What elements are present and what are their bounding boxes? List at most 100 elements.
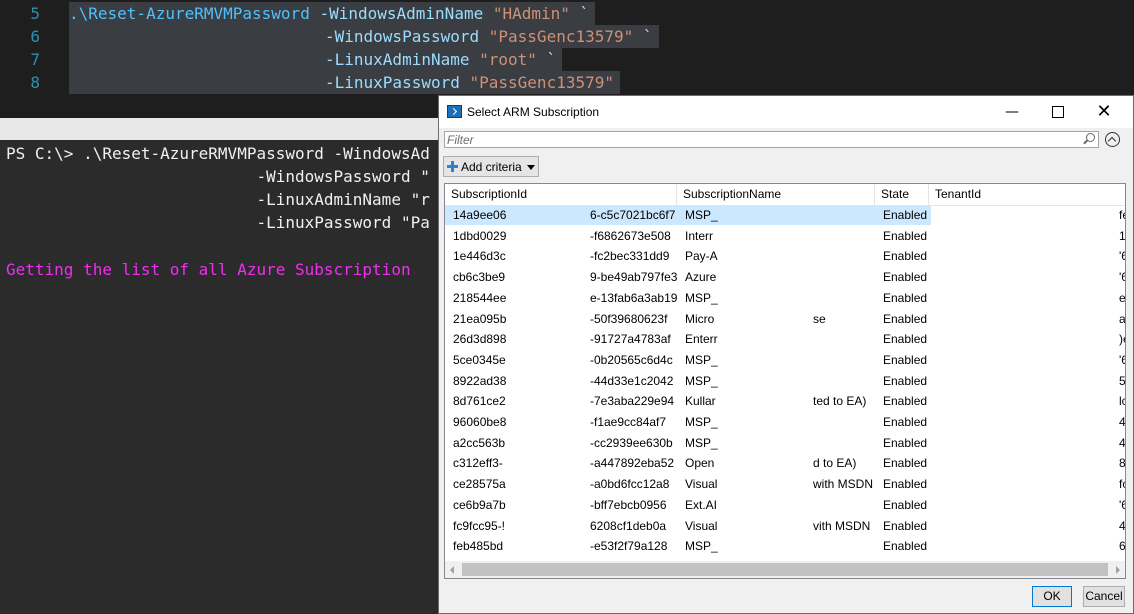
table-row[interactable]: 218544ee e-13fab6a3ab19 MSP_ Enabled e: [445, 288, 1125, 309]
column-header-state[interactable]: State: [875, 184, 929, 205]
dialog-titlebar[interactable]: Select ARM Subscription — ✕: [439, 96, 1133, 128]
cancel-button[interactable]: Cancel: [1083, 586, 1125, 607]
cell-name-b: [813, 433, 875, 454]
table-row[interactable]: fc9fcc95-! 6208cf1deb0a Visual vith MSDN Ena…: [445, 516, 1125, 537]
plus-icon: [447, 161, 458, 172]
filter-box: [444, 131, 1099, 148]
cell-name-b: d to EA): [813, 456, 857, 471]
cell-state: Enabled: [883, 270, 928, 285]
line-number: 6: [30, 27, 40, 46]
cell-id-a: 8922ad38: [453, 373, 507, 388]
column-header-subscriptionname[interactable]: SubscriptionName: [677, 184, 875, 205]
cell-tenant: '6: [1119, 497, 1125, 512]
code-text[interactable]: .\Reset-AzureRMVMPassword -WindowsAdminN…: [69, 2, 596, 25]
table-row[interactable]: 1dbd0029 -f6862673e508 Interr Enabled 1: [445, 226, 1125, 247]
table-row[interactable]: c312eff3- -a447892eba52 Open d to EA) Enable…: [445, 453, 1125, 474]
code-token-param: -LinuxAdminName: [325, 50, 480, 69]
collapse-chevron-up-icon[interactable]: [1105, 132, 1120, 147]
cell-name-b: [813, 536, 875, 557]
column-header-tenantid[interactable]: TenantId: [929, 184, 1125, 205]
cell-tenant: 6: [1119, 539, 1126, 554]
cell-id-b: -f1ae9cc84af7: [590, 415, 667, 429]
scroll-left-arrow-icon[interactable]: [450, 566, 454, 574]
cell-name-a: Ext.AI: [685, 497, 718, 512]
cell-name-b: with MSDN: [813, 477, 874, 492]
code-text[interactable]: -LinuxPassword "PassGenc13579": [69, 71, 620, 94]
table-row[interactable]: 5ce0345e -0b20565c6d4c MSP_ Enabled '6: [445, 350, 1125, 371]
table-row[interactable]: 1e446d3c -fc2bec331dd9 Pay-A Enabled '6: [445, 246, 1125, 267]
cell-id-b: -0b20565c6d4c: [590, 352, 673, 367]
cell-name-a: MSP_: [685, 373, 718, 388]
console-line: PS C:\> .\Reset-AzureRMVMPassword -Windo…: [6, 144, 430, 163]
console-line: -WindowsPassword ": [6, 167, 430, 186]
cell-tenant: 4: [1119, 415, 1126, 429]
maximize-button[interactable]: [1035, 96, 1081, 128]
table-row[interactable]: 26d3d898 -91727a4783af Enterr Enabled)e: [445, 329, 1125, 350]
console-line: -LinuxAdminName "r: [6, 190, 430, 209]
minimize-button[interactable]: —: [989, 96, 1035, 128]
cell-state: Enabled: [883, 208, 928, 222]
code-token-tail: `: [569, 4, 590, 23]
close-button[interactable]: ✕: [1081, 96, 1127, 128]
code-text[interactable]: -WindowsPassword "PassGenc13579" `: [69, 25, 659, 48]
cell-state: Enabled: [883, 249, 928, 264]
dialog-title: Select ARM Subscription: [467, 105, 600, 119]
code-token-value: "PassGenc13579": [469, 73, 615, 92]
add-criteria-button[interactable]: Add criteria: [443, 156, 539, 177]
cell-id-a: 1dbd0029: [453, 228, 507, 243]
cell-state: Enabled: [883, 497, 928, 512]
horizontal-scrollbar[interactable]: [445, 561, 1125, 578]
table-row[interactable]: feb485bd -e53f2f79a128 MSP_ Enabled 6: [445, 536, 1126, 557]
code-text[interactable]: -LinuxAdminName "root" `: [69, 48, 563, 71]
cell-id-a: 96060be8: [453, 415, 507, 429]
cell-state: Enabled: [883, 373, 928, 388]
filter-input[interactable]: [447, 132, 1067, 147]
column-header-subscriptionid[interactable]: SubscriptionId: [445, 184, 677, 205]
table-row[interactable]: 96060be8 -f1ae9cc84af7 MSP_ Enabled 4: [445, 412, 1126, 433]
table-row[interactable]: a2cc563b -cc2939ee630b MSP_ Enabled 4: [445, 433, 1125, 454]
search-icon[interactable]: [1086, 133, 1095, 142]
console-status-message: Getting the list of all Azure Subscripti…: [6, 260, 411, 279]
grid-header: SubscriptionId SubscriptionName State Te…: [445, 184, 1125, 206]
code-token-param: -WindowsAdminName: [319, 4, 493, 23]
editor-line[interactable]: 8 -LinuxPassword "PassGenc13579": [0, 71, 1134, 94]
ok-button[interactable]: OK: [1032, 586, 1072, 607]
scrollbar-thumb[interactable]: [462, 563, 1108, 576]
cell-state: Enabled: [883, 415, 928, 429]
cell-name-a: MSP_: [685, 539, 718, 554]
cell-id-b: -a447892eba52: [590, 456, 675, 471]
cell-id-a: c312eff3-: [453, 456, 503, 471]
table-row[interactable]: ce28575a -a0bd6fcc12a8 Visual with MSDN Enab…: [445, 474, 1125, 495]
subscription-grid: SubscriptionId SubscriptionName State Te…: [444, 183, 1126, 579]
select-subscription-dialog: Select ARM Subscription — ✕ Add criteria…: [438, 95, 1134, 614]
cell-id-b: 6-c5c7021bc6f7: [590, 208, 676, 222]
table-row[interactable]: 21ea095b -50f39680623f Micro se Enabled a: [445, 309, 1126, 330]
table-row[interactable]: cb6c3be9 9-be49ab797fe3 Azure Enabled '6: [445, 267, 1125, 288]
editor-line[interactable]: 5 .\Reset-AzureRMVMPassword -WindowsAdmin…: [0, 2, 1134, 25]
editor-line[interactable]: 6 -WindowsPassword "PassGenc13579" `: [0, 25, 1134, 48]
table-row[interactable]: 8d761ce2 -7e3aba229e94 Kullar ted to EA) Ena…: [445, 391, 1125, 412]
cell-name-a: Interr: [685, 228, 714, 243]
cell-name-b: [813, 205, 875, 226]
cell-name-a: Pay-A: [685, 249, 718, 264]
cell-tenant: '6: [1119, 270, 1125, 285]
cell-id-b: -a0bd6fcc12a8: [590, 477, 670, 492]
cell-name-b: [813, 267, 875, 288]
add-criteria-label: Add criteria: [461, 160, 522, 174]
cell-name-a: MSP_: [685, 435, 718, 450]
cell-tenant: a: [1119, 311, 1126, 326]
cell-state: Enabled: [883, 477, 928, 492]
cell-id-a: 8d761ce2: [453, 394, 506, 409]
cell-tenant: lc: [1119, 394, 1125, 409]
table-row[interactable]: ce6b9a7b -bff7ebcb0956 Ext.AI Enabled '6: [445, 495, 1125, 516]
cell-name-b: [813, 329, 875, 350]
cell-name-a: MSP_: [685, 352, 718, 367]
cell-id-b: e-13fab6a3ab19: [590, 290, 678, 305]
cell-tenant: fc: [1119, 477, 1125, 492]
editor-line[interactable]: 7 -LinuxAdminName "root" `: [0, 48, 1134, 71]
cell-id-b: -7e3aba229e94: [590, 394, 675, 409]
table-row[interactable]: 8922ad38 -44d33e1c2042 MSP_ Enabled 5a: [445, 371, 1125, 392]
scroll-right-arrow-icon[interactable]: [1116, 566, 1120, 574]
table-row[interactable]: 14a9ee06 6-c5c7021bc6f7 MSP_ Enabled fe: [445, 205, 1125, 226]
maximize-icon: [1052, 106, 1064, 118]
